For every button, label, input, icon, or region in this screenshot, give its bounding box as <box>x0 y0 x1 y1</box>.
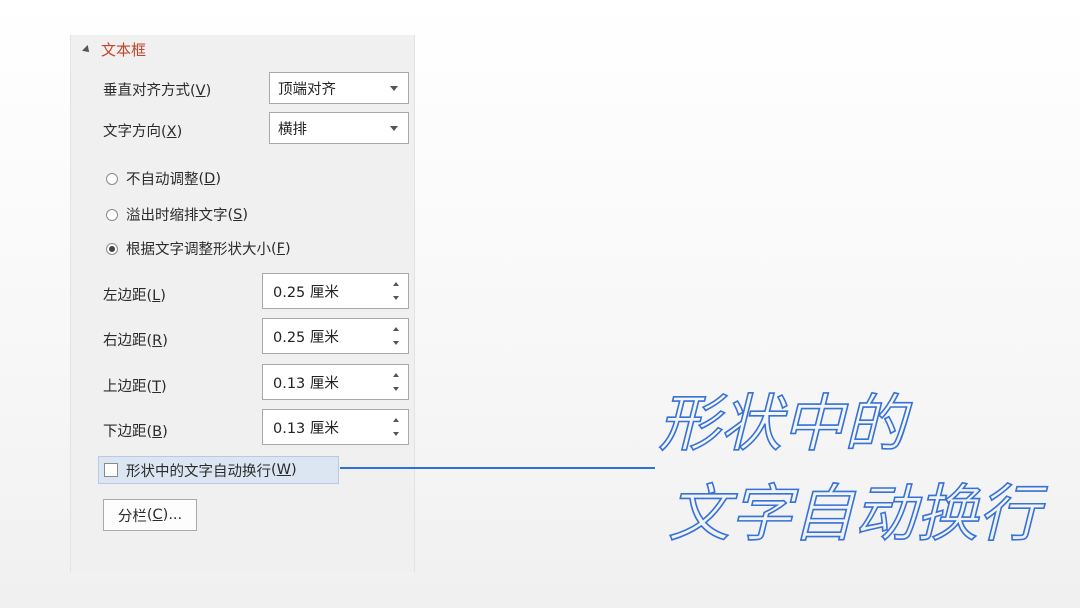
spinner-icon[interactable] <box>391 280 401 302</box>
callout-line-1: 形状中的 <box>658 387 913 460</box>
vertical-align-value: 顶端对齐 <box>278 81 336 98</box>
chevron-down-icon <box>390 126 398 131</box>
right-margin-label: 右边距(R) <box>103 333 168 349</box>
bottom-margin-label: 下边距(B) <box>103 424 168 440</box>
wrap-text-checkbox[interactable] <box>104 463 118 477</box>
top-margin-label: 上边距(T) <box>103 379 167 395</box>
section-title: 文本框 <box>101 41 147 59</box>
wrap-text-checkbox-row[interactable]: 形状中的文字自动换行(W) <box>98 456 339 484</box>
radio-shrink-on-overflow[interactable]: 溢出时缩排文字(S) <box>106 204 248 225</box>
left-margin-label: 左边距(L) <box>103 288 166 304</box>
left-margin-input[interactable]: 0.25 厘米 <box>262 273 409 309</box>
spinner-icon[interactable] <box>391 371 401 393</box>
callout-line-2: 文字自动换行 <box>668 477 1048 550</box>
bottom-margin-input[interactable]: 0.13 厘米 <box>262 409 409 445</box>
right-margin-input[interactable]: 0.25 厘米 <box>262 318 409 354</box>
top-margin-input[interactable]: 0.13 厘米 <box>262 364 409 400</box>
callout-annotation: 形状中的 文字自动换行 <box>657 386 1049 551</box>
spinner-icon[interactable] <box>391 416 401 438</box>
text-direction-select[interactable]: 横排 <box>269 112 409 144</box>
callout-connector-line <box>340 467 655 469</box>
radio-resize-shape[interactable]: 根据文字调整形状大小(F) <box>106 238 291 259</box>
chevron-down-icon <box>390 86 398 91</box>
vertical-align-select[interactable]: 顶端对齐 <box>269 72 409 104</box>
collapse-triangle-icon[interactable] <box>82 44 92 55</box>
vertical-align-label: 垂直对齐方式(V) <box>103 83 212 99</box>
spinner-icon[interactable] <box>391 325 401 347</box>
format-shape-panel: 文本框 垂直对齐方式(V) 顶端对齐 文字方向(X) 横排 不自动调整(D) 溢… <box>70 35 415 572</box>
text-direction-label: 文字方向(X) <box>103 124 183 140</box>
radio-button[interactable] <box>106 172 118 185</box>
radio-no-autofit[interactable]: 不自动调整(D) <box>106 168 221 189</box>
radio-button-selected[interactable] <box>106 242 118 255</box>
radio-button[interactable] <box>106 208 118 221</box>
text-direction-value: 横排 <box>278 121 307 138</box>
columns-button[interactable]: 分栏(C)... <box>103 499 197 531</box>
textbox-section-header[interactable]: 文本框 <box>82 39 147 60</box>
